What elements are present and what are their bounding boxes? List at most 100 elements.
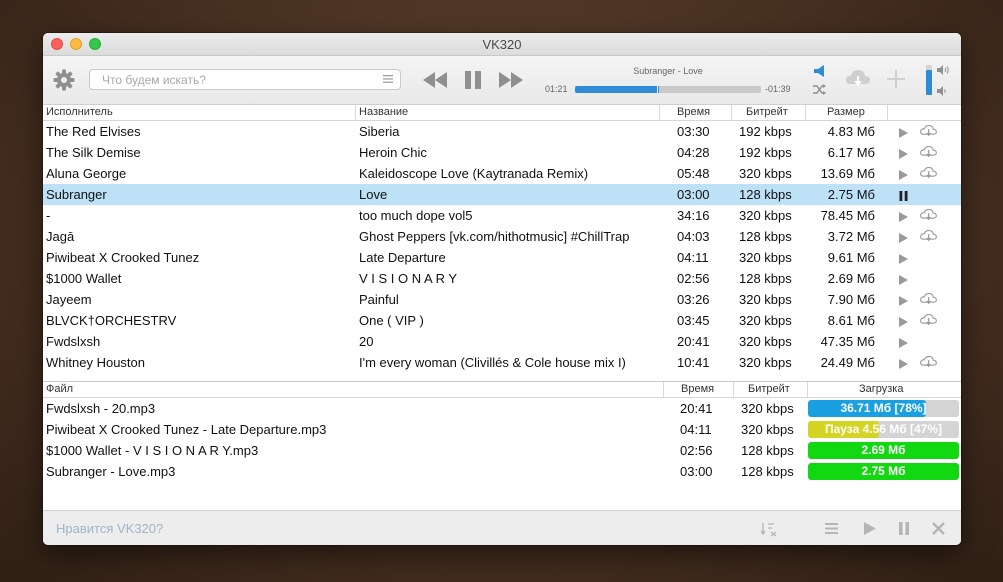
pause-icon[interactable]: [463, 70, 483, 90]
tracks-header: Исполнитель Название Время Битрейт Разме…: [43, 105, 961, 121]
track-row[interactable]: BLVCK†ORCHESTRV One ( VIP ) 03:45 320 kbps 8…: [43, 310, 961, 331]
title-bar: VK320: [43, 33, 961, 56]
now-playing-title: Subranger - Love: [633, 66, 703, 76]
pause-icon[interactable]: [898, 522, 910, 535]
column-header-size[interactable]: Размер: [827, 106, 865, 118]
download-progress: 2.69 Мб: [808, 442, 959, 459]
play-icon[interactable]: [899, 168, 908, 183]
play-icon[interactable]: [899, 210, 908, 225]
play-icon[interactable]: [899, 336, 908, 351]
track-bitrate: 320 kbps: [739, 334, 792, 349]
track-row[interactable]: Subranger Love 03:00 128 kbps 2.75 Мб: [43, 184, 961, 205]
column-header-file[interactable]: Файл: [46, 383, 73, 395]
track-bitrate: 320 kbps: [739, 166, 792, 181]
column-header-title[interactable]: Название: [359, 106, 408, 118]
download-time: 20:41: [680, 401, 713, 416]
column-divider[interactable]: [663, 382, 664, 397]
column-header-time[interactable]: Время: [677, 106, 710, 118]
column-header-time[interactable]: Время: [681, 383, 714, 395]
track-row[interactable]: The Red Elvises Siberia 03:30 192 kbps 4.83 …: [43, 121, 961, 142]
track-row[interactable]: The Silk Demise Heroin Chic 04:28 192 kbps 6…: [43, 142, 961, 163]
play-icon[interactable]: [899, 294, 908, 309]
cloud-download-icon[interactable]: [845, 69, 871, 89]
track-row[interactable]: Piwibeat X Crooked Tunez Late Departure 04…: [43, 247, 961, 268]
column-header-progress[interactable]: Загрузка: [859, 383, 903, 395]
search-input[interactable]: [89, 69, 401, 90]
track-title: Siberia: [359, 124, 400, 139]
column-divider[interactable]: [887, 105, 888, 120]
track-title: 20: [359, 334, 374, 349]
rewind-icon[interactable]: [422, 72, 448, 88]
track-row[interactable]: Fwdslxsh 20 20:41 320 kbps 47.35 Мб: [43, 331, 961, 352]
download-row[interactable]: Piwibeat X Crooked Tunez - Late Departur…: [43, 419, 961, 440]
download-file: Subranger - Love.mp3: [46, 464, 176, 479]
cloud-download-icon[interactable]: [920, 145, 937, 161]
column-divider[interactable]: [733, 382, 734, 397]
list-icon[interactable]: [825, 523, 838, 534]
playback-progress-fill: [575, 86, 659, 93]
track-row[interactable]: Jayeem Painful 03:26 320 kbps 7.90 Мб: [43, 289, 961, 310]
remaining-time: -01:39: [765, 84, 791, 94]
cloud-download-icon[interactable]: [920, 229, 937, 245]
track-row[interactable]: $1000 Wallet V I S I O N A R Y 02:56 128 kb…: [43, 268, 961, 289]
download-row[interactable]: $1000 Wallet - V I S I O N A R Y.mp3 02:5…: [43, 440, 961, 461]
cloud-download-icon[interactable]: [920, 355, 937, 371]
download-row[interactable]: Fwdslxsh - 20.mp3 20:41 320 kbps 36.71 Мб […: [43, 398, 961, 419]
tracks-list: The Red Elvises Siberia 03:30 192 kbps 4.83 …: [43, 121, 961, 373]
track-artist: BLVCK†ORCHESTRV: [46, 313, 177, 328]
download-row[interactable]: Subranger - Love.mp3 03:00 128 kbps 2.75 Мб: [43, 461, 961, 482]
sort-icon[interactable]: [761, 521, 777, 537]
cloud-download-icon[interactable]: [920, 208, 937, 224]
rate-app-link[interactable]: Нравится VK320?: [56, 521, 163, 536]
plus-icon[interactable]: [887, 70, 905, 88]
column-header-bitrate[interactable]: Битрейт: [746, 106, 788, 118]
app-window: VK320 Что будем искать? Subranger - Love…: [43, 33, 961, 545]
cloud-download-icon[interactable]: [920, 313, 937, 329]
track-row[interactable]: Whitney Houston I'm every woman (Clivillé…: [43, 352, 961, 373]
play-icon[interactable]: [899, 252, 908, 267]
volume-down-icon[interactable]: [937, 86, 947, 96]
track-bitrate: 128 kbps: [739, 271, 792, 286]
track-row[interactable]: - too much dope vol5 34:16 320 kbps 78.45 Мб: [43, 205, 961, 226]
cloud-download-icon[interactable]: [920, 166, 937, 182]
track-row[interactable]: Aluna George Kaleidoscope Love (Kaytranad…: [43, 163, 961, 184]
play-icon[interactable]: [899, 147, 908, 162]
track-title: Heroin Chic: [359, 145, 427, 160]
gear-icon[interactable]: [53, 69, 75, 91]
volume-up-icon[interactable]: [937, 65, 950, 75]
column-divider[interactable]: [805, 105, 806, 120]
playback-progress[interactable]: [575, 86, 761, 93]
play-icon[interactable]: [899, 357, 908, 372]
volume-slider[interactable]: [926, 65, 932, 95]
download-status: 2.69 Мб: [861, 443, 906, 457]
play-icon[interactable]: [899, 126, 908, 141]
track-row[interactable]: Jagā Ghost Peppers [vk.com/hithotmusic] #…: [43, 226, 961, 247]
column-divider[interactable]: [659, 105, 660, 120]
download-status: 2.75 Мб: [861, 464, 906, 478]
pause-icon[interactable]: [899, 189, 908, 204]
play-icon[interactable]: [863, 522, 876, 535]
column-divider[interactable]: [807, 382, 808, 397]
download-status: Пауза 4.56 Мб [47%]: [824, 422, 943, 436]
track-time: 03:45: [677, 313, 710, 328]
column-divider[interactable]: [355, 105, 356, 120]
column-header-artist[interactable]: Исполнитель: [46, 106, 113, 118]
download-bitrate: 128 kbps: [741, 464, 794, 479]
list-icon[interactable]: [383, 74, 393, 84]
fast-forward-icon[interactable]: [498, 72, 524, 88]
track-artist: Fwdslxsh: [46, 334, 101, 349]
track-size: 78.45 Мб: [820, 208, 875, 223]
cloud-download-icon[interactable]: [920, 124, 937, 140]
broadcast-icon[interactable]: [813, 65, 827, 77]
download-time: 04:11: [680, 422, 712, 437]
play-icon[interactable]: [899, 231, 908, 246]
column-divider[interactable]: [731, 105, 732, 120]
play-icon[interactable]: [899, 273, 908, 288]
shuffle-icon[interactable]: [813, 84, 826, 95]
column-header-bitrate[interactable]: Битрейт: [748, 383, 790, 395]
track-bitrate: 320 kbps: [739, 313, 792, 328]
close-icon[interactable]: [932, 522, 945, 535]
cloud-download-icon[interactable]: [920, 292, 937, 308]
play-icon[interactable]: [899, 315, 908, 330]
download-file: Piwibeat X Crooked Tunez - Late Departur…: [46, 422, 327, 437]
